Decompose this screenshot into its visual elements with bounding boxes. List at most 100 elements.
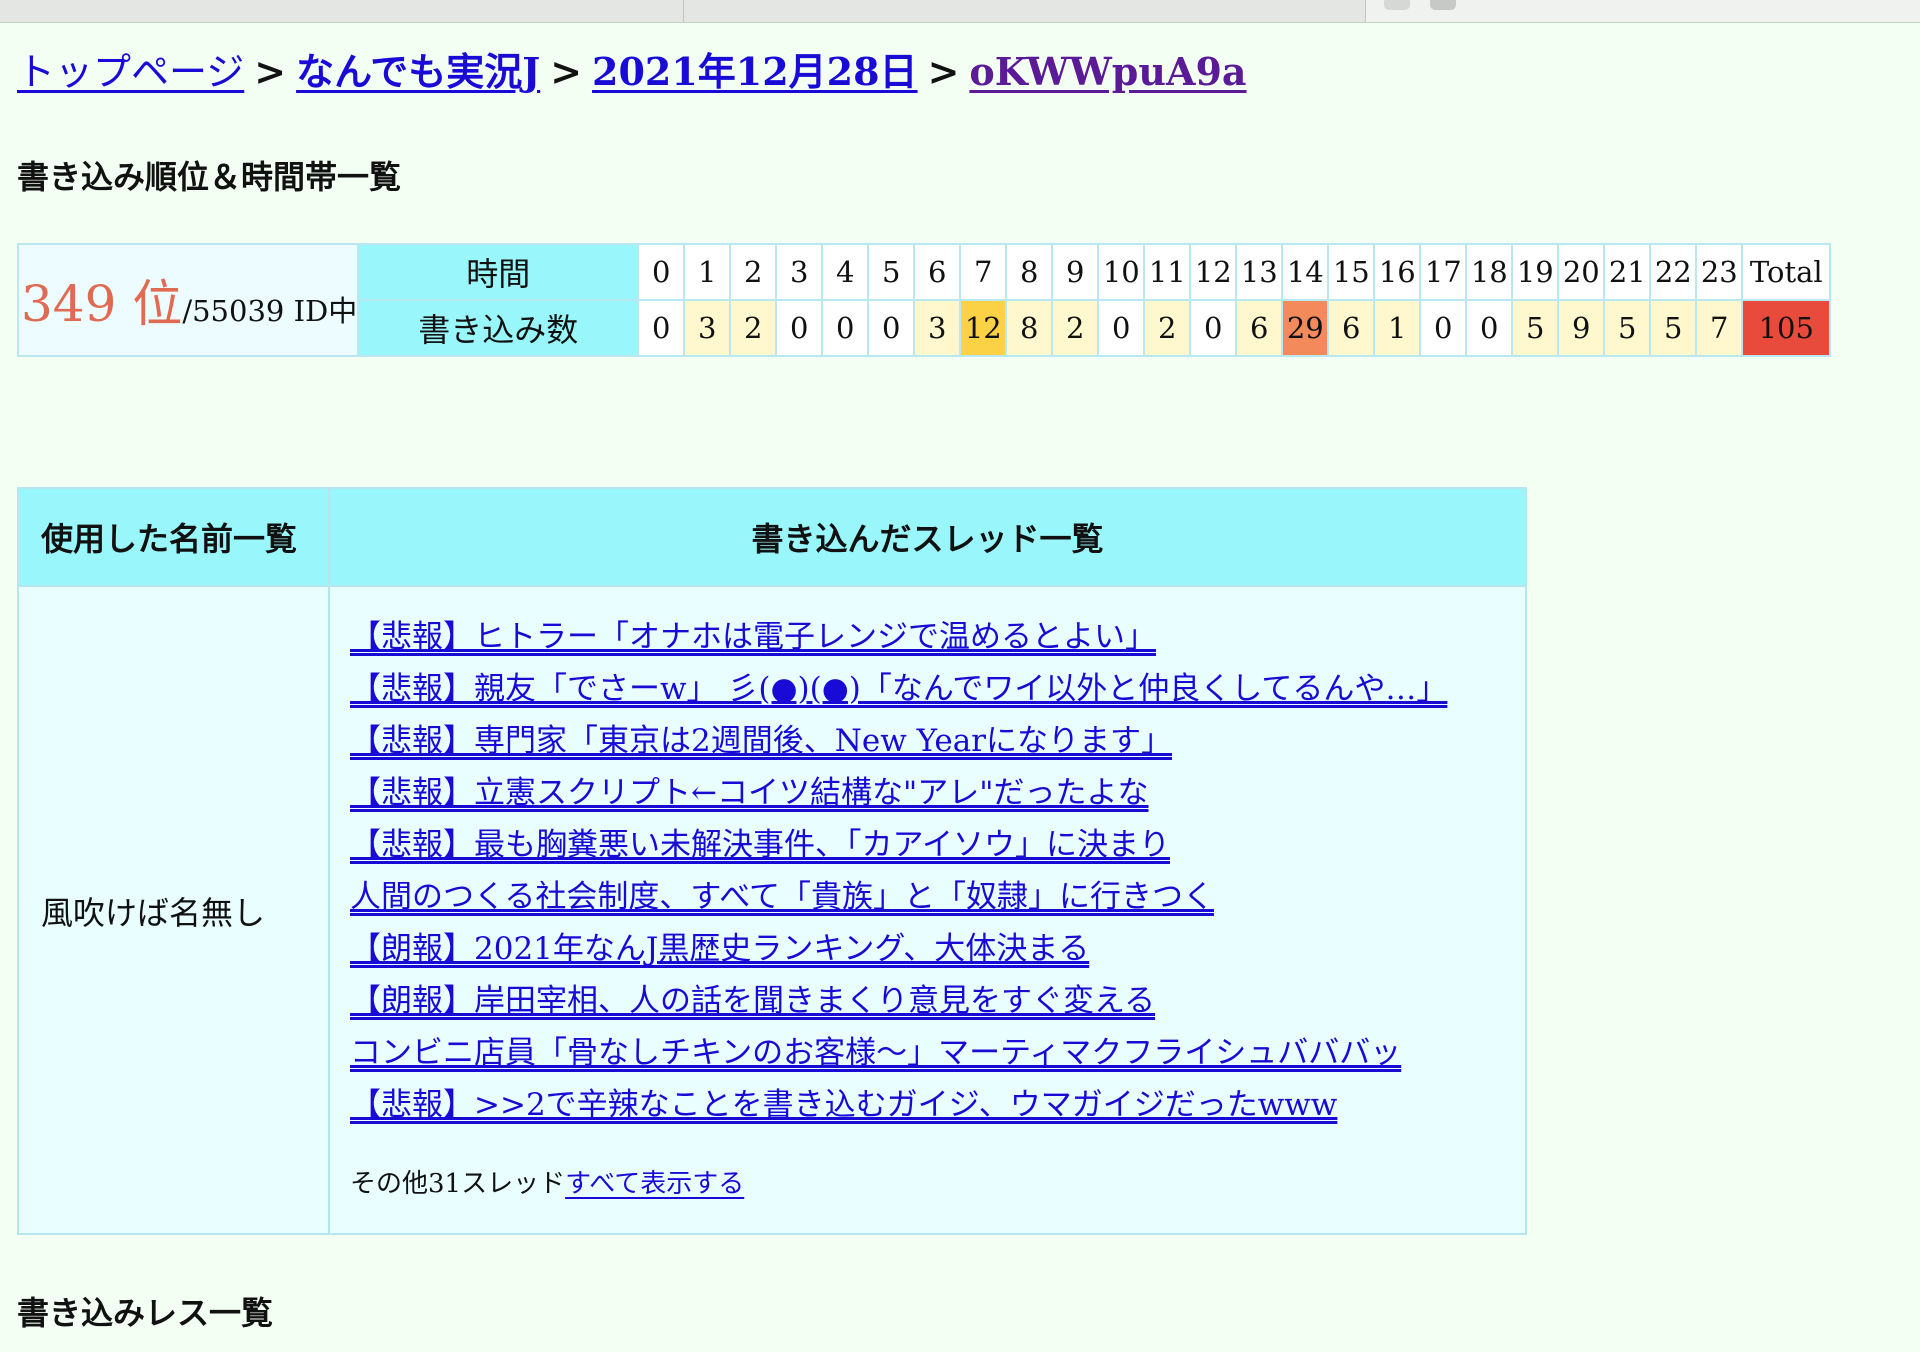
thread-title: 【悲報】親友「でさーw」 彡(●)(●)「なんでワイ以外と仲良くしてるんや…」 — [350, 671, 1448, 707]
threads-column-header: 書き込んだスレッド一覧 — [751, 520, 1104, 558]
thread-link[interactable]: 【朗報】2021年なんJ黒歴史ランキング、大体決まる — [350, 923, 1525, 975]
hour-count: 0 — [775, 299, 824, 357]
hour-count: 5 — [1649, 299, 1698, 357]
hour-count: 29 — [1281, 299, 1330, 357]
threads-table-body: 風吹けば名無し 【悲報】ヒトラー「オナホは電子レンジで温めるとよい」【悲報】親友… — [19, 587, 1525, 1235]
hour-label: 16 — [1373, 243, 1422, 301]
total-label: Total — [1741, 243, 1832, 301]
thread-title: 【悲報】立憲スクリプト←コイツ結構な"アレ"だったよな — [350, 775, 1149, 811]
hour-label: 21 — [1603, 243, 1652, 301]
hour-label: 8 — [1005, 243, 1054, 301]
hour-label: 20 — [1557, 243, 1606, 301]
names-column-header: 使用した名前一覧 — [19, 489, 330, 585]
hour-count: 7 — [1695, 299, 1744, 357]
thread-title: 【悲報】専門家「東京は2週間後、New Yearになります」 — [350, 723, 1172, 759]
threads-table: 使用した名前一覧 書き込んだスレッド一覧 風吹けば名無し 【悲報】ヒトラー「オナ… — [17, 487, 1527, 1235]
hour-label: 13 — [1235, 243, 1284, 301]
rank-cell: 349 位/55039 ID中 — [16, 243, 360, 357]
thread-title: 【悲報】ヒトラー「オナホは電子レンジで温めるとよい」 — [350, 619, 1156, 655]
threads-table-header: 使用した名前一覧 書き込んだスレッド一覧 — [19, 489, 1525, 587]
thread-title: 人間のつくる社会制度、すべて「貴族」と「奴隷」に行きつく — [350, 879, 1214, 915]
rank-section-title: 書き込み順位＆時間帯一覧 — [17, 158, 402, 196]
hour-count: 0 — [1097, 299, 1146, 357]
hour-count: 3 — [913, 299, 962, 357]
hour-label: 5 — [867, 243, 916, 301]
hour-label: 12 — [1189, 243, 1238, 301]
show-all-threads-link[interactable]: すべて表示する — [565, 1169, 744, 1199]
thread-link[interactable]: 【悲報】立憲スクリプト←コイツ結構な"アレ"だったよな — [350, 767, 1525, 819]
hour-label: 15 — [1327, 243, 1376, 301]
thread-list: 【悲報】ヒトラー「オナホは電子レンジで温めるとよい」【悲報】親友「でさーw」 彡… — [330, 587, 1525, 1235]
hour-label: 22 — [1649, 243, 1698, 301]
hour-label: 11 — [1143, 243, 1192, 301]
browser-tab-bar — [0, 0, 1920, 23]
breadcrumb-date[interactable]: 2021年12月28日 — [592, 49, 918, 94]
hour-label: 23 — [1695, 243, 1744, 301]
hour-label: 3 — [775, 243, 824, 301]
breadcrumb-user-id[interactable]: oKWWpuA9a — [969, 49, 1246, 94]
thread-title: 【朗報】2021年なんJ黒歴史ランキング、大体決まる — [350, 931, 1090, 967]
hour-label: 9 — [1051, 243, 1100, 301]
hour-count: 2 — [1143, 299, 1192, 357]
thread-title: 【朗報】岸田宰相、人の話を聞きまくり意見をすぐ変える — [350, 983, 1156, 1019]
breadcrumb-board[interactable]: なんでも実況J — [296, 49, 540, 94]
hour-count: 0 — [637, 299, 686, 357]
hour-count: 0 — [867, 299, 916, 357]
hour-count: 0 — [1189, 299, 1238, 357]
breadcrumb-separator: > — [254, 49, 287, 94]
hour-label: 7 — [959, 243, 1008, 301]
more-threads-count: その他31スレッド — [350, 1169, 566, 1199]
hour-label: 10 — [1097, 243, 1146, 301]
more-threads: その他31スレッドすべて表示する — [350, 1163, 1525, 1200]
hour-count: 6 — [1327, 299, 1376, 357]
hour-count: 2 — [1051, 299, 1100, 357]
count-row-header: 書き込み数 — [357, 299, 640, 357]
breadcrumb-top-page[interactable]: トップページ — [17, 50, 244, 94]
thread-link[interactable]: 【朗報】岸田宰相、人の話を聞きまくり意見をすぐ変える — [350, 975, 1525, 1027]
browser-tab-3[interactable] — [1366, 0, 1920, 22]
hour-count: 3 — [683, 299, 732, 357]
hour-label: 1 — [683, 243, 732, 301]
hour-label: 4 — [821, 243, 870, 301]
hour-label: 18 — [1465, 243, 1514, 301]
thread-link[interactable]: 【悲報】親友「でさーw」 彡(●)(●)「なんでワイ以外と仲良くしてるんや…」 — [350, 663, 1525, 715]
used-name: 風吹けば名無し — [19, 587, 330, 1235]
hour-count: 0 — [1465, 299, 1514, 357]
browser-tab-1[interactable] — [0, 0, 684, 22]
hour-count: 2 — [729, 299, 778, 357]
thread-link[interactable]: 【悲報】ヒトラー「オナホは電子レンジで温めるとよい」 — [350, 611, 1525, 663]
rank-position: 349 位 — [21, 275, 183, 333]
thread-title: 【悲報】最も胸糞悪い未解決事件、「カアイソウ」に決まり — [350, 827, 1170, 863]
breadcrumb-separator: > — [550, 49, 583, 94]
hour-label: 17 — [1419, 243, 1468, 301]
hour-label: 6 — [913, 243, 962, 301]
thread-title: コンビニ店員「骨なしチキンのお客様〜」マーティマクフライシュバババッ — [350, 1035, 1402, 1071]
tab-control-icon[interactable] — [1384, 0, 1410, 10]
hour-label: 2 — [729, 243, 778, 301]
hour-count: 0 — [821, 299, 870, 357]
hour-count: 0 — [1419, 299, 1468, 357]
hour-count: 6 — [1235, 299, 1284, 357]
hour-label: 14 — [1281, 243, 1330, 301]
tab-control-icon[interactable] — [1430, 0, 1456, 10]
hour-label: 0 — [637, 243, 686, 301]
hour-count: 8 — [1005, 299, 1054, 357]
thread-link[interactable]: 【悲報】>>2で辛辣なことを書き込むガイジ、ウマガイジだったwww — [350, 1079, 1525, 1131]
hourly-post-table: 349 位/55039 ID中 時間 0 1 2 3 4 5 6 7 8 9 10 11 12 13 14 1… — [16, 243, 1832, 357]
posts-section-title: 書き込みレス一覧 — [17, 1294, 274, 1332]
hour-count: 9 — [1557, 299, 1606, 357]
thread-link[interactable]: 【悲報】専門家「東京は2週間後、New Yearになります」 — [350, 715, 1525, 767]
hour-count: 5 — [1603, 299, 1652, 357]
thread-link[interactable]: 【悲報】最も胸糞悪い未解決事件、「カアイソウ」に決まり — [350, 819, 1525, 871]
time-row-header: 時間 — [357, 243, 640, 301]
rank-total-ids: /55039 ID中 — [182, 294, 358, 328]
breadcrumb: トップページ > なんでも実況J >2021年12月28日 > oKWWpuA9a — [17, 44, 1247, 100]
thread-title: 【悲報】>>2で辛辣なことを書き込むガイジ、ウマガイジだったwww — [350, 1087, 1338, 1123]
total-count: 105 — [1741, 299, 1832, 357]
thread-link[interactable]: 人間のつくる社会制度、すべて「貴族」と「奴隷」に行きつく — [350, 871, 1525, 923]
hour-count: 5 — [1511, 299, 1560, 357]
hour-count: 12 — [959, 299, 1008, 357]
browser-tab-2[interactable] — [684, 0, 1366, 22]
breadcrumb-separator: > — [927, 49, 960, 94]
thread-link[interactable]: コンビニ店員「骨なしチキンのお客様〜」マーティマクフライシュバババッ — [350, 1027, 1525, 1079]
